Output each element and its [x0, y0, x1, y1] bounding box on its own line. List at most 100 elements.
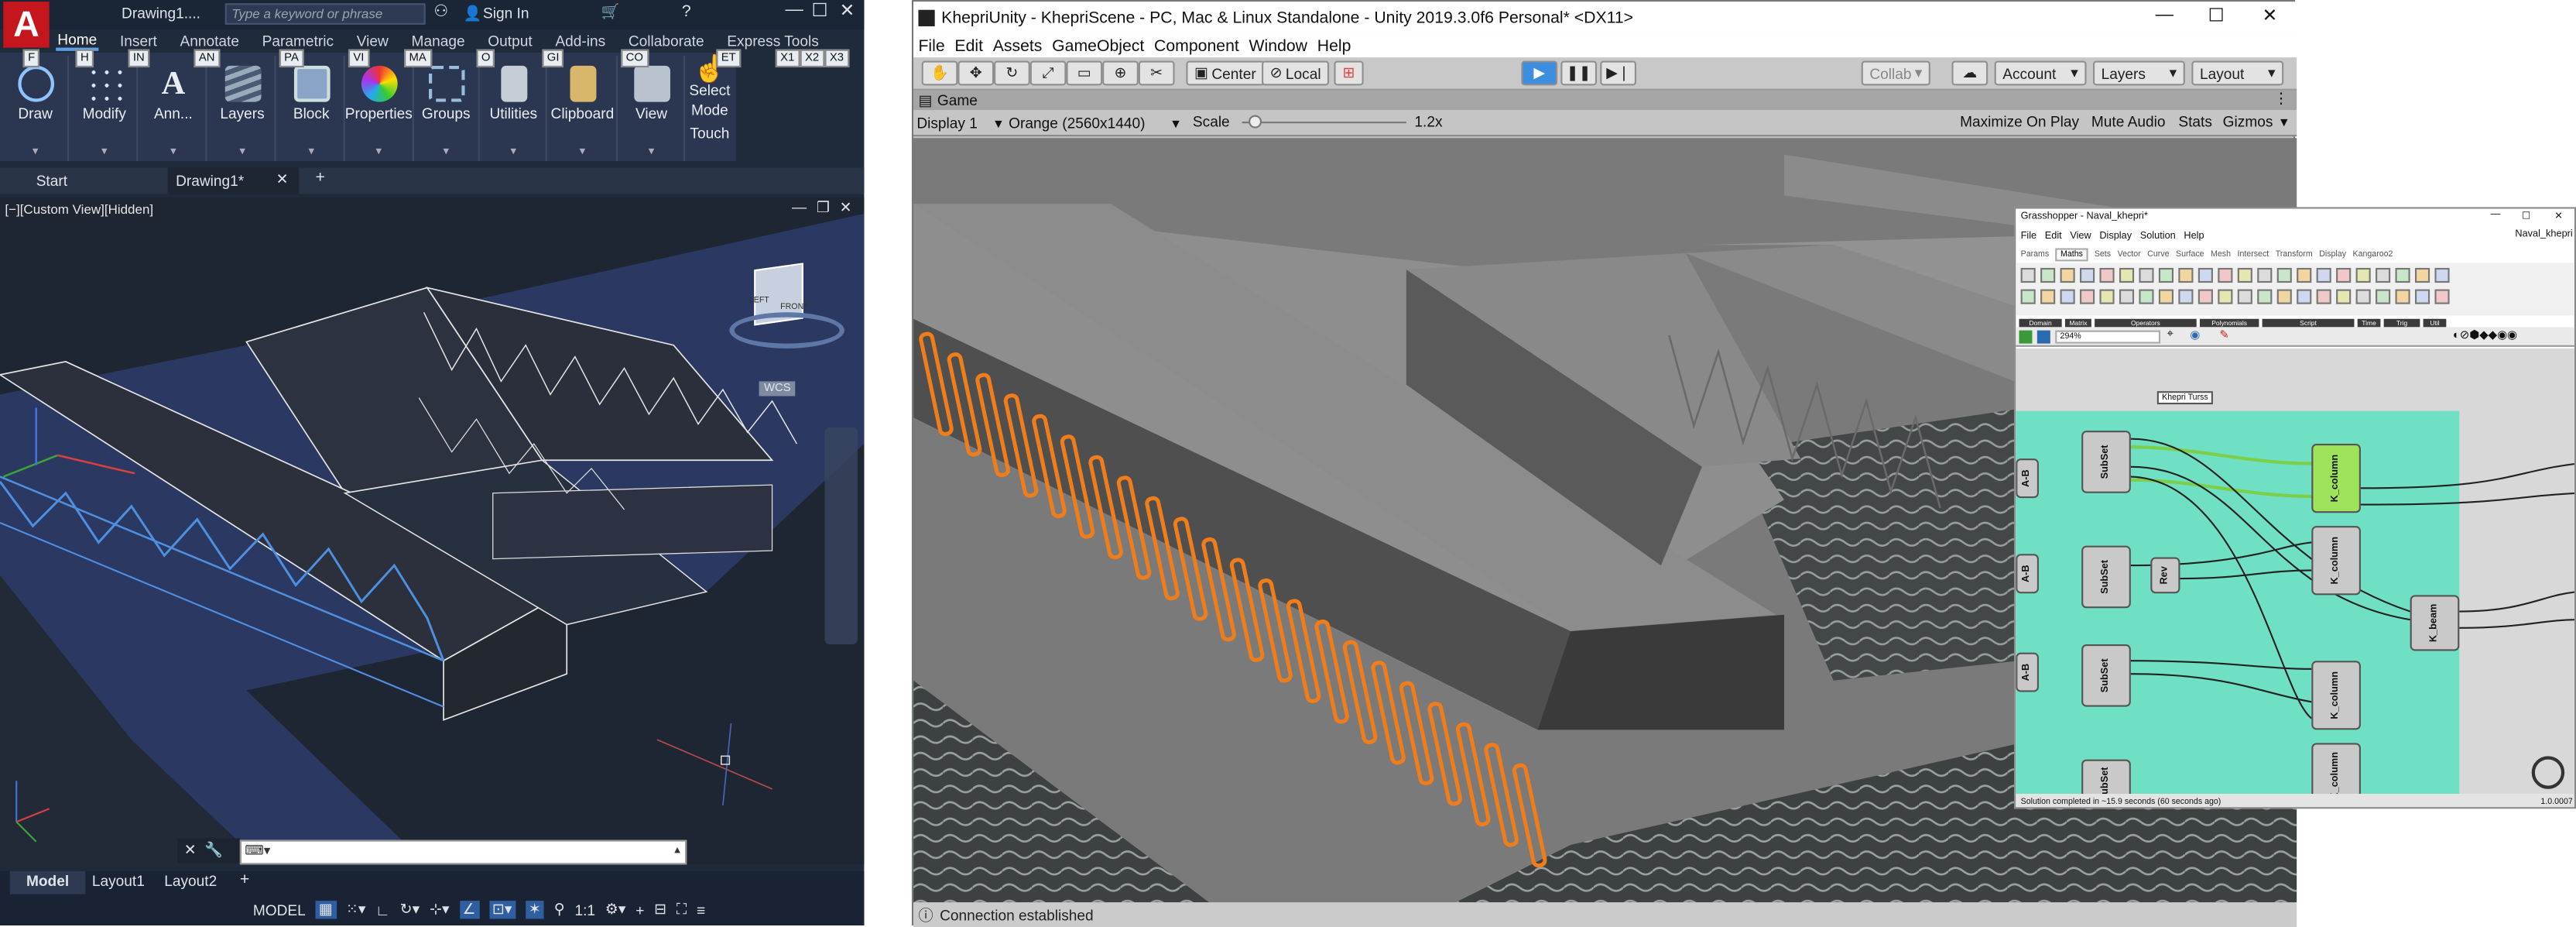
tab-vector[interactable]: Vector	[2118, 249, 2141, 259]
component-icon[interactable]	[2040, 267, 2056, 283]
collab-dropdown[interactable]: Collab ▾	[1861, 60, 1930, 86]
tab-view[interactable]: View	[355, 33, 390, 49]
component-icon[interactable]	[2336, 267, 2352, 283]
grid-icon[interactable]: ▦	[315, 901, 337, 919]
command-history-icon[interactable]: ▴	[674, 843, 680, 857]
menu-file[interactable]: File	[918, 37, 944, 55]
component-icon[interactable]	[2415, 267, 2430, 283]
tab-parametric[interactable]: Parametric	[261, 33, 336, 49]
ab-node[interactable]: A-B	[2016, 652, 2039, 692]
rect-tool-icon[interactable]: ▭	[1066, 60, 1103, 86]
component-icon[interactable]	[2158, 289, 2174, 304]
menu-help[interactable]: Help	[1317, 37, 1351, 55]
tab-layout1[interactable]: Layout1	[92, 873, 145, 889]
chevron-down-icon[interactable]: ▾	[619, 145, 683, 158]
rotate-tool-icon[interactable]: ↻	[994, 60, 1030, 86]
tab-curve[interactable]: Curve	[2147, 249, 2169, 259]
component-icon[interactable]	[2080, 267, 2095, 283]
subset-node[interactable]: SubSet	[2081, 644, 2131, 707]
chevron-down-icon[interactable]: ▾	[549, 145, 616, 158]
step-button[interactable]: ▶❘	[1600, 60, 1636, 86]
menu-view[interactable]: View	[2070, 232, 2091, 242]
component-icon[interactable]	[2099, 267, 2115, 283]
component-icon[interactable]	[2139, 267, 2154, 283]
component-icon[interactable]	[2119, 289, 2135, 304]
tab-display[interactable]: Display	[2319, 249, 2346, 259]
tab-params[interactable]: Params	[2021, 249, 2050, 259]
maximize-button[interactable]: ☐	[811, 0, 827, 21]
component-icon[interactable]	[2316, 267, 2331, 283]
close-tab-icon[interactable]: ✕	[276, 171, 289, 189]
subset-node[interactable]: SubSet	[2081, 545, 2131, 609]
custom-tool-icon[interactable]: ✂	[1138, 60, 1175, 86]
menu-gameobject[interactable]: GameObject	[1052, 37, 1144, 55]
component-icon[interactable]	[2257, 289, 2273, 304]
chevron-down-icon[interactable]: ▾	[72, 145, 136, 158]
tab-layout2[interactable]: Layout2	[164, 873, 217, 889]
component-icon[interactable]	[2237, 289, 2252, 304]
component-icon[interactable]	[2237, 267, 2252, 283]
binoculars-icon[interactable]: ⚇	[433, 3, 448, 21]
component-icon[interactable]	[2218, 289, 2233, 304]
osnap-icon[interactable]: ⊹▾	[430, 901, 450, 918]
close-button[interactable]: ✕	[2554, 211, 2563, 222]
component-icon[interactable]	[2158, 267, 2174, 283]
maximize-on-play-toggle[interactable]: Maximize On Play	[1960, 113, 2079, 129]
utilities-panel-button[interactable]: Utilities ▾	[481, 56, 547, 162]
tab-express-tools[interactable]: Express Tools	[725, 33, 820, 49]
component-icon[interactable]	[2060, 289, 2075, 304]
add-icon[interactable]: +	[635, 901, 644, 918]
component-icon[interactable]	[2297, 267, 2312, 283]
tab-annotate[interactable]: Annotate	[178, 33, 241, 49]
maximize-button[interactable]: ☐	[2522, 211, 2530, 222]
preview-modes-icon[interactable]: ◐⊘⬢◆◆◉◉	[2453, 328, 2517, 342]
tab-home[interactable]: Home	[56, 31, 99, 51]
column-node[interactable]: K_column	[2311, 444, 2361, 513]
modify-panel-button[interactable]: Modify ▾	[72, 56, 139, 162]
chevron-down-icon[interactable]: ▾	[279, 145, 344, 158]
preview-eye-icon[interactable]: ◉	[2190, 328, 2200, 342]
menu-component[interactable]: Component	[1154, 37, 1239, 55]
tab-mesh[interactable]: Mesh	[2211, 249, 2231, 259]
snap-toggle-icon[interactable]: ⊞	[1334, 60, 1364, 86]
chevron-down-icon[interactable]: ▾	[142, 145, 206, 158]
menu-assets[interactable]: Assets	[993, 37, 1043, 55]
zoom-field[interactable]: 294%	[2055, 330, 2161, 344]
chevron-down-icon[interactable]: ▾	[211, 145, 275, 158]
component-icon[interactable]	[2395, 267, 2410, 283]
component-icon[interactable]	[2099, 289, 2115, 304]
annotation-visibility-icon[interactable]: ✶	[525, 901, 544, 919]
polar-icon[interactable]: ↻▾	[400, 901, 420, 918]
minimize-button[interactable]: —	[2491, 211, 2501, 221]
component-icon[interactable]	[2434, 289, 2450, 304]
component-icon[interactable]	[2355, 289, 2371, 304]
group-trig[interactable]: Trig	[2383, 318, 2420, 327]
drawing-viewport[interactable]: [−][Custom View][Hidden] — ❐ ✕ LEFT FRON…	[0, 197, 865, 865]
isolate-icon[interactable]: ⊟	[654, 901, 666, 918]
scale-tool-icon[interactable]: ⤢	[1029, 60, 1067, 86]
component-icon[interactable]	[2080, 289, 2095, 304]
component-icon[interactable]	[2020, 289, 2036, 304]
new-tab-icon[interactable]: +	[316, 170, 325, 187]
tab-output[interactable]: Output	[486, 33, 534, 49]
tab-add-ins[interactable]: Add-ins	[553, 33, 607, 49]
view-panel-button[interactable]: View ▾	[619, 56, 686, 162]
command-line-input[interactable]: ⌨▾ ▴	[239, 839, 687, 865]
component-icon[interactable]	[2434, 267, 2450, 283]
component-icon[interactable]	[2355, 267, 2371, 283]
layers-dropdown[interactable]: Layers ▾	[2093, 60, 2185, 86]
component-icon[interactable]	[2257, 267, 2273, 283]
viewcube-compass[interactable]	[729, 312, 844, 348]
ab-node[interactable]: A-B	[2016, 458, 2039, 499]
group-domain[interactable]: Domain	[2019, 318, 2062, 327]
block-panel-button[interactable]: Block ▾	[279, 56, 345, 162]
draw-panel-button[interactable]: Draw ▾	[3, 56, 70, 162]
pivot-local-toggle[interactable]: ⊘ Local	[1262, 60, 1330, 86]
model-space-toggle[interactable]: MODEL	[253, 901, 306, 918]
column-node[interactable]: K_column	[2311, 526, 2361, 596]
component-icon[interactable]	[2119, 267, 2135, 283]
ortho-icon[interactable]: ∟	[375, 901, 390, 918]
annotation-scale[interactable]: 1:1	[574, 901, 595, 918]
account-dropdown[interactable]: Account ▾	[1994, 60, 2087, 86]
component-icon[interactable]	[2178, 289, 2194, 304]
